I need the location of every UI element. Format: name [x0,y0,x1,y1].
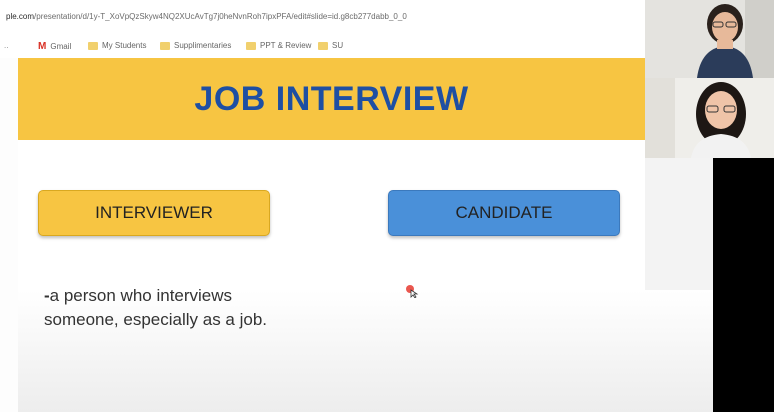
person-2-icon [645,78,774,158]
folder-icon [246,41,256,50]
bookmark-supplimentaries[interactable]: Supplimentaries [160,41,231,50]
bookmark-ppt-review[interactable]: PPT & Review [246,41,311,50]
interviewer-button[interactable]: INTERVIEWER [38,190,270,236]
bookmark-gmail[interactable]: M Gmail [38,41,71,52]
participant-video-1[interactable] [645,0,774,78]
definition-line-2: someone, especially as a job. [44,310,268,329]
slide-margin [0,58,18,412]
bookmark-label: Supplimentaries [174,41,232,50]
url-host: ple.com [6,12,35,21]
person-1-icon [645,0,774,78]
folder-icon [160,41,170,50]
bookmark-label: My Students [102,41,147,50]
slide-title: JOB INTERVIEW [194,79,469,118]
participant-video-2[interactable] [645,78,774,158]
video-panel-background [713,158,774,412]
url-text[interactable]: ple.com/presentation/d/1y-T_XoVpQzSkyw4N… [6,12,407,21]
bookmark-label: SU [332,41,344,50]
bookmark-my-students[interactable]: My Students [88,41,146,50]
candidate-button[interactable]: CANDIDATE [388,190,620,236]
address-bar[interactable]: ple.com/presentation/d/1y-T_XoVpQzSkyw4N… [0,0,645,37]
definition-text: -a person who interviews someone, especi… [44,284,267,332]
bookmarks-bar: .. M Gmail My Students Supplimentaries P… [0,36,645,59]
folder-icon [88,41,98,50]
gmail-icon: M [38,41,47,52]
bookmarks-overflow[interactable]: .. [4,41,8,50]
laser-pointer-icon [406,285,419,298]
bookmark-label: Gmail [50,42,72,51]
bookmark-su[interactable]: SU [318,41,343,50]
folder-icon [318,41,328,50]
definition-line-1: a person who interviews [49,286,233,305]
url-path: /presentation/d/1y-T_XoVpQzSkyw4NQ2XUcAv… [34,12,407,21]
bookmark-label: PPT & Review [260,41,312,50]
